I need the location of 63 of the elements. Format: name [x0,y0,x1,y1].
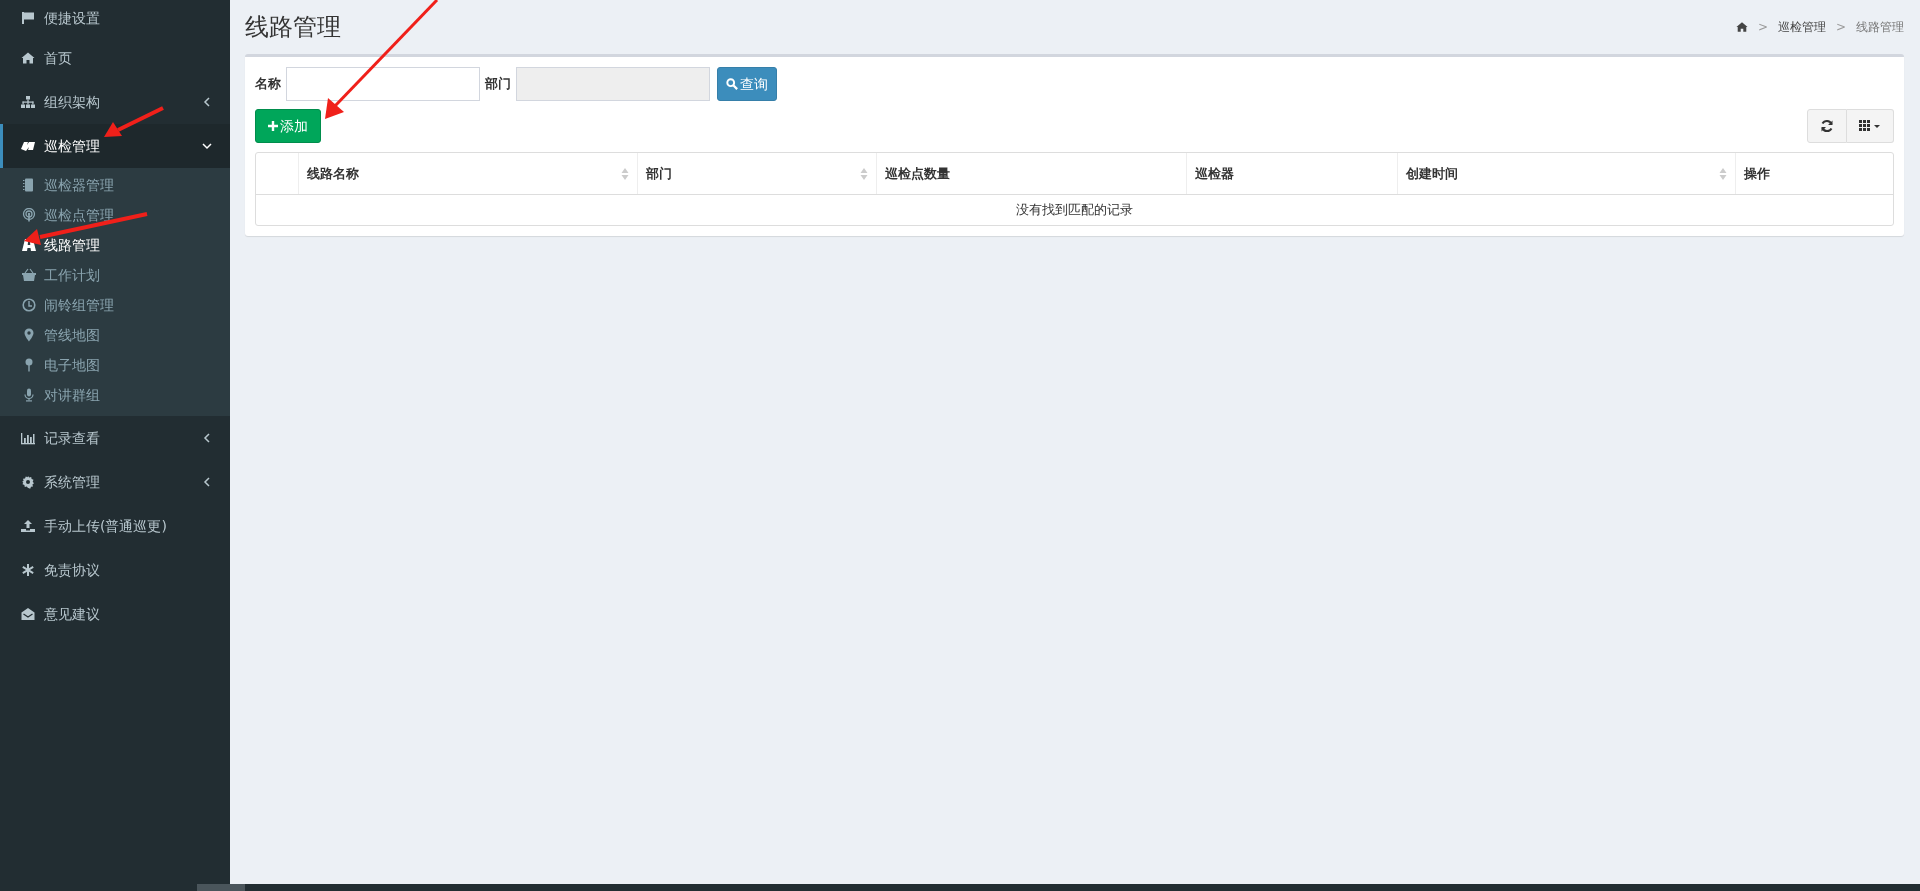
breadcrumb-link[interactable]: 巡检管理 [1777,18,1826,36]
column-header[interactable]: 创建时间 [1406,163,1458,184]
flag-icon [21,11,35,25]
submenu-item[interactable]: 电子地图 [0,350,230,380]
refresh-icon [1820,119,1834,133]
clock-icon [22,298,36,312]
submenu-item[interactable]: 巡检点管理 [0,200,230,230]
route-icon [21,139,35,153]
sitemap-icon [21,95,35,109]
breadcrumb-separator: > [1835,19,1846,36]
basket-icon [22,268,36,282]
plus-icon [268,121,278,131]
columns-button[interactable] [1847,109,1894,143]
empty-message: 没有找到匹配的记录 [1015,201,1134,220]
column-header[interactable]: 线路名称 [307,163,359,184]
grid-icon [1859,120,1881,132]
submenu-item[interactable]: 管线地图 [0,320,230,350]
sort-icon[interactable] [1719,166,1727,181]
search-icon [726,78,738,90]
field-label: 部门 [485,75,511,94]
column-header[interactable]: 操作 [1744,163,1770,184]
chevron-icon [202,433,212,443]
map-marker-icon [22,328,36,342]
upload-icon [21,519,35,533]
sidebar-item[interactable]: 免责协议 [0,548,230,592]
sidebar-item[interactable]: 组织架构 [0,80,230,124]
submenu-item[interactable]: 巡检器管理 [0,170,230,200]
home-icon [21,51,35,65]
chevron-icon [202,477,212,487]
broadcast-icon [22,208,36,222]
sort-icon[interactable] [860,166,868,181]
sidebar-item[interactable]: 巡检管理 [0,124,230,168]
bar-chart-icon [21,431,35,445]
input-field[interactable] [286,67,480,101]
field-label: 名称 [255,75,281,94]
asterisk-icon [21,563,35,577]
chip-icon [22,178,36,192]
sidebar-item[interactable]: 便捷设置 [0,0,230,36]
chevron-icon [202,97,212,107]
sidebar-item[interactable]: 系统管理 [0,460,230,504]
microphone-icon [22,388,36,402]
sidebar-item[interactable]: 意见建议 [0,592,230,636]
search-button[interactable]: 查询 [717,67,777,101]
page-title: 线路管理 [245,12,341,42]
column-header[interactable]: 巡检器 [1195,163,1234,184]
breadcrumb-current: 线路管理 [1856,19,1904,36]
taskbar-item[interactable] [197,884,245,891]
column-header[interactable]: 巡检点数量 [885,163,950,184]
sort-icon[interactable] [621,166,629,181]
chevron-icon [202,141,212,151]
sidebar-item[interactable]: 手动上传(普通巡更) [0,504,230,548]
submenu-item[interactable]: 工作计划 [0,260,230,290]
envelope-icon [21,607,35,621]
breadcrumb-separator: > [1757,19,1768,36]
settings-icon [21,475,35,489]
column-header[interactable]: 部门 [646,163,672,184]
submenu-item[interactable]: 对讲群组 [0,380,230,410]
submenu-item[interactable]: 闹铃组管理 [0,290,230,320]
home-icon[interactable] [1735,21,1748,33]
annotation-arrow [104,106,164,137]
sidebar-item[interactable]: 首页 [0,36,230,80]
refresh-button[interactable] [1807,109,1847,143]
sidebar-item[interactable]: 记录查看 [0,416,230,460]
